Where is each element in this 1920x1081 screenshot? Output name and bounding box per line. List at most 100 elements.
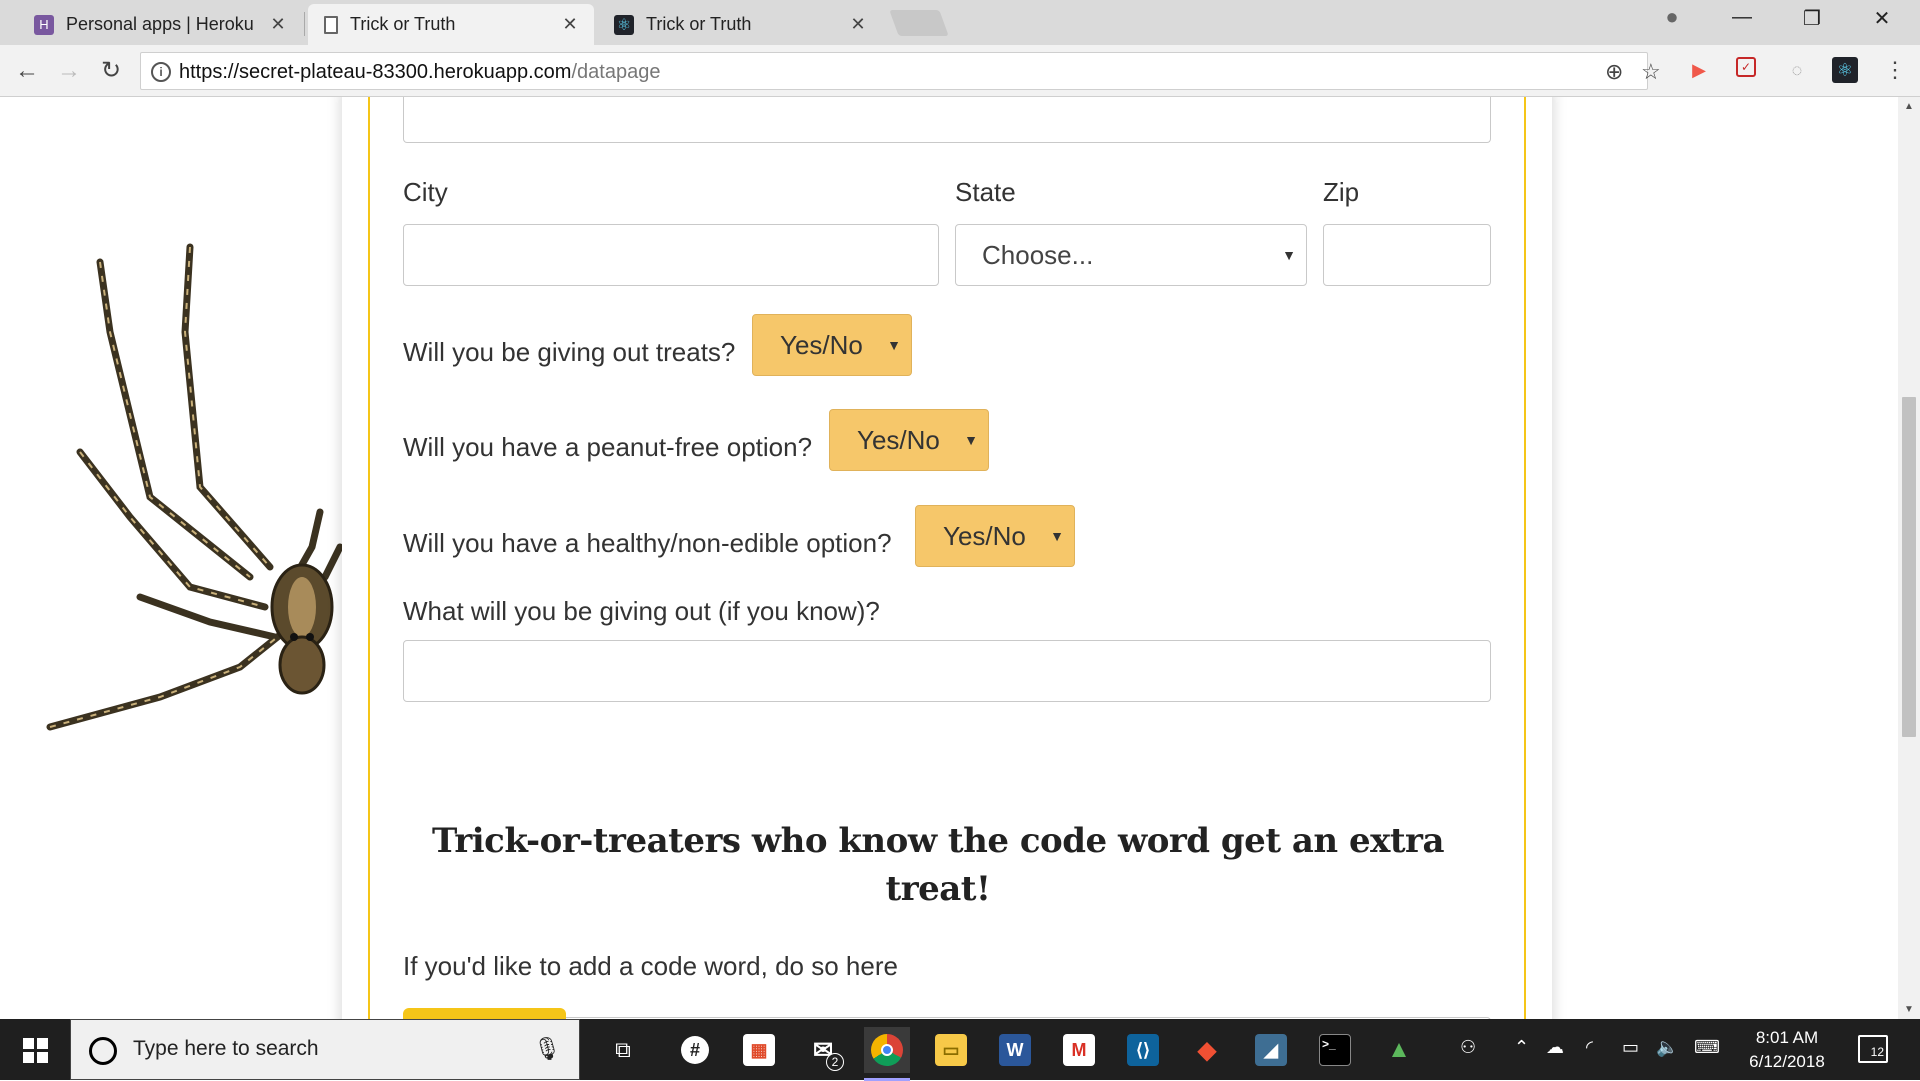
url-text: https://secret-plateau-83300.herokuapp.c… (179, 61, 660, 84)
search-placeholder: Type here to search (133, 1037, 319, 1060)
slack-icon[interactable]: # (672, 1027, 718, 1073)
browser-toolbar: ← → ↻ i https://secret-plateau-83300.her… (0, 45, 1920, 97)
state-select-value: Choose... (982, 240, 1094, 270)
tab-title: Personal apps | Heroku (66, 14, 254, 34)
tab-divider (304, 12, 305, 36)
volume-icon[interactable]: 🔈 (1656, 1037, 1678, 1058)
chrome-icon[interactable] (864, 1027, 910, 1081)
windows-start-icon[interactable] (10, 1029, 60, 1071)
clock-time: 8:01 AM (1755, 1028, 1819, 1047)
people-icon[interactable]: ⚇ (1460, 1037, 1476, 1058)
healthy-select-value: Yes/No (943, 521, 1026, 551)
react-devtools-icon[interactable]: ⚛ (1832, 57, 1858, 83)
url-host: https://secret-plateau-83300.herokuapp.c… (179, 61, 572, 83)
state-label: State (955, 177, 1016, 207)
address-bar[interactable]: i https://secret-plateau-83300.herokuapp… (140, 52, 1661, 90)
new-tab-button[interactable] (889, 10, 949, 36)
mysql-workbench-icon[interactable]: ◢ (1248, 1027, 1294, 1073)
treats-yes-no-select[interactable]: Yes/No ▼ (752, 314, 912, 376)
chevron-down-icon: ▼ (964, 432, 978, 448)
terminal-icon[interactable]: >_ (1312, 1027, 1358, 1073)
forward-arrow-icon[interactable]: → (52, 57, 86, 85)
submit-button[interactable] (403, 1008, 566, 1019)
city-input[interactable] (403, 224, 939, 286)
tray-chevron-up-icon[interactable]: ⌃ (1514, 1037, 1529, 1058)
clock-date: 6/12/2018 (1749, 1052, 1825, 1071)
back-arrow-icon[interactable]: ← (10, 57, 44, 85)
vscode-icon[interactable]: ⟨⟩ (1120, 1027, 1166, 1073)
document-icon (324, 15, 338, 34)
url-path: /datapage (571, 61, 661, 83)
tab-strip: H Personal apps | Heroku ✕ Trick or Trut… (0, 0, 1920, 45)
spider-image (46, 243, 344, 731)
battery-icon[interactable]: ▭ (1622, 1037, 1639, 1058)
treats-question: Will you be giving out treats? (403, 337, 736, 367)
git-icon[interactable]: ◆ (1184, 1027, 1230, 1073)
menu-kebab-icon[interactable]: ⋮ (1882, 57, 1908, 83)
microphone-icon[interactable]: 🎙 (533, 1036, 561, 1062)
notification-center-icon[interactable]: 12 (1858, 1035, 1888, 1063)
cortana-icon (89, 1037, 117, 1065)
gmail-icon[interactable]: M (1056, 1027, 1102, 1073)
taskbar-search-box[interactable]: Type here to search 🎙 (70, 1019, 580, 1080)
extension-pocket-icon[interactable]: ✓ (1736, 57, 1756, 77)
giving-out-label: What will you be giving out (if you know… (403, 596, 880, 626)
extension-circle-icon[interactable]: ◌ (1784, 57, 1810, 83)
mail-badge: 2 (826, 1053, 844, 1071)
extension-cast-icon[interactable]: ▶ (1686, 57, 1712, 83)
tab-trick-or-truth-react[interactable]: ⚛ Trick or Truth ✕ (598, 4, 882, 45)
peanut-yes-no-select[interactable]: Yes/No ▼ (829, 409, 989, 471)
file-explorer-icon[interactable]: ▭ (928, 1027, 974, 1073)
scroll-up-arrow-icon[interactable]: ▲ (1898, 101, 1920, 112)
state-select[interactable]: Choose... ▼ (955, 224, 1307, 286)
scroll-thumb[interactable] (1902, 397, 1916, 737)
code-word-headline: Trick-or-treaters who know the code word… (432, 821, 1445, 909)
bookmark-star-icon[interactable]: ☆ (1641, 59, 1661, 85)
healthy-question: Will you have a healthy/non-edible optio… (403, 528, 892, 558)
robo3t-icon[interactable]: ▲ (1376, 1027, 1422, 1073)
peanut-question: Will you have a peanut-free option? (403, 432, 813, 462)
keyboard-icon[interactable]: ⌨ (1694, 1037, 1720, 1058)
code-word-label: If you'd like to add a code word, do so … (403, 951, 898, 981)
treats-select-value: Yes/No (780, 330, 863, 360)
task-view-icon[interactable]: ⧉ (600, 1027, 646, 1073)
restore-icon[interactable]: ❐ (1792, 6, 1832, 31)
zip-label: Zip (1323, 177, 1360, 207)
giving-out-input[interactable] (403, 640, 1491, 702)
onedrive-icon[interactable]: ☁ (1546, 1037, 1564, 1058)
react-icon: ⚛ (614, 14, 634, 35)
close-window-icon[interactable]: ✕ (1862, 6, 1902, 31)
notification-count: 12 (1870, 1045, 1884, 1059)
chevron-down-icon: ▼ (1282, 247, 1296, 263)
tab-title: Trick or Truth (646, 14, 752, 34)
mail-icon[interactable]: ✉ 2 (800, 1027, 846, 1073)
info-icon[interactable]: i (151, 62, 171, 82)
chevron-down-icon: ▼ (887, 337, 901, 353)
word-icon[interactable]: W (992, 1027, 1038, 1073)
wifi-icon[interactable]: ◜ (1586, 1037, 1593, 1058)
store-icon[interactable]: ▦ (736, 1027, 782, 1073)
scroll-down-arrow-icon[interactable]: ▼ (1898, 1004, 1920, 1015)
tab-trick-or-truth-active[interactable]: Trick or Truth ✕ (308, 4, 594, 45)
chevron-down-icon: ▼ (1050, 528, 1064, 544)
city-label: City (403, 177, 448, 207)
tab-heroku[interactable]: H Personal apps | Heroku ✕ (18, 4, 302, 45)
heroku-icon: H (34, 14, 54, 35)
close-icon[interactable]: ✕ (268, 14, 288, 35)
close-icon[interactable]: ✕ (560, 14, 580, 35)
zoom-icon[interactable]: ⊕ (1605, 59, 1623, 85)
profile-icon[interactable]: ● (1652, 4, 1692, 30)
form-card: City State Zip Choose... ▼ Will you be g… (342, 97, 1552, 1019)
close-icon[interactable]: ✕ (848, 14, 868, 35)
page-scrollbar[interactable]: ▲ ▼ (1898, 97, 1920, 1019)
peanut-select-value: Yes/No (857, 425, 940, 455)
reload-icon[interactable]: ↻ (94, 57, 128, 85)
healthy-yes-no-select[interactable]: Yes/No ▼ (915, 505, 1075, 567)
tab-title: Trick or Truth (350, 14, 456, 34)
windows-taskbar: Type here to search 🎙 ⧉ # ▦ ✉ 2 ▭ W M ⟨⟩… (0, 1019, 1920, 1081)
taskbar-clock[interactable]: 8:01 AM 6/12/2018 (1732, 1026, 1842, 1074)
zip-input[interactable] (1323, 224, 1491, 286)
minimize-icon[interactable]: — (1722, 6, 1762, 29)
page-viewport: City State Zip Choose... ▼ Will you be g… (0, 97, 1898, 1019)
address-line-input[interactable] (403, 97, 1491, 143)
